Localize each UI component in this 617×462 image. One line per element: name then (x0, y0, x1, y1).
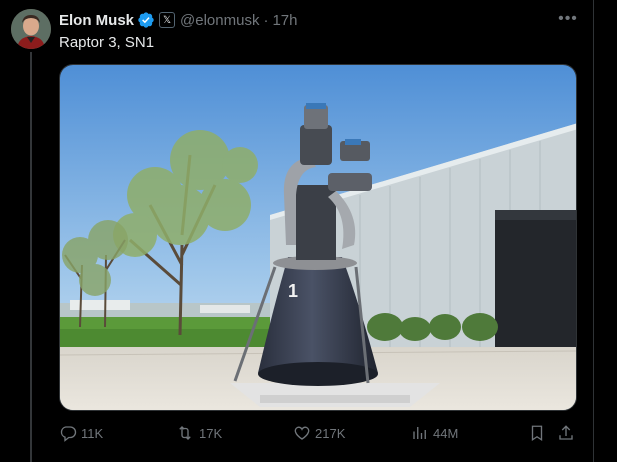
tweet-text: Raptor 3, SN1 (59, 34, 155, 51)
author-name[interactable]: Elon Musk (59, 12, 134, 29)
bookmark-button[interactable] (528, 422, 546, 444)
engine-serial-number: 1 (288, 281, 298, 301)
affiliation-badge-icon[interactable]: 𝕏 (159, 12, 176, 28)
repost-icon (179, 426, 191, 440)
like-button[interactable]: 217K (293, 422, 345, 444)
thread-line (30, 52, 32, 462)
tweet-media[interactable]: 1 (59, 64, 577, 411)
reply-icon (60, 426, 77, 442)
avatar-image (11, 9, 51, 49)
avatar[interactable] (11, 9, 51, 49)
tweet-actions: 11K 17K 217K 44M (59, 422, 579, 444)
timestamp[interactable]: 17h (272, 12, 297, 29)
views-button[interactable]: 44M (411, 422, 458, 444)
reply-count: 11K (81, 425, 104, 441)
reply-button[interactable]: 11K (59, 422, 103, 444)
tweet-header: Elon Musk 𝕏 @elonmusk · 17h (59, 10, 297, 30)
views-chart-icon (413, 427, 426, 439)
repost-count: 17K (199, 425, 223, 441)
repost-button[interactable]: 17K (175, 422, 222, 444)
like-count: 217K (315, 425, 346, 441)
views-count: 44M (433, 425, 459, 441)
share-icon (559, 425, 573, 440)
verified-badge-icon[interactable] (137, 11, 155, 29)
heart-icon (294, 426, 310, 440)
more-options-button[interactable]: ••• (555, 8, 581, 30)
bookmark-icon (531, 425, 543, 442)
author-handle[interactable]: @elonmusk (180, 12, 259, 29)
separator-dot: · (263, 11, 269, 29)
share-button[interactable] (557, 422, 575, 444)
raptor-engine-photo: 1 (60, 65, 576, 410)
column-border (593, 0, 594, 462)
